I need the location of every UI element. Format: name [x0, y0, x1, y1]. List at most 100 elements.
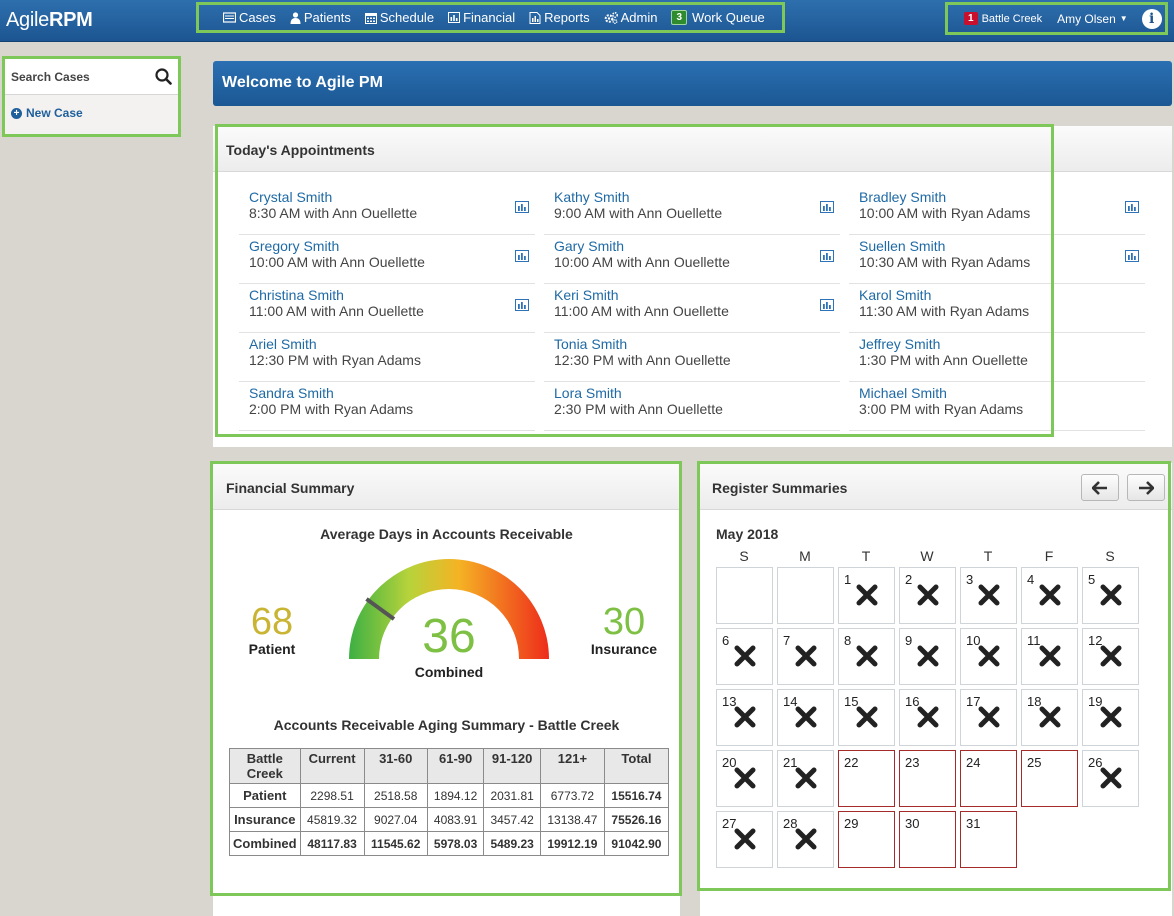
appointment-item[interactable]: Ariel Smith 12:30 PM with Ryan Adams [239, 333, 535, 382]
location-selector[interactable]: Battle Creek [982, 13, 1043, 25]
bar-chart-icon[interactable] [820, 299, 834, 314]
nav-schedule[interactable]: Schedule [364, 10, 434, 25]
next-month-button[interactable] [1127, 474, 1165, 501]
appointment-item[interactable]: Keri Smith 11:00 AM with Ann Ouellette [544, 284, 840, 333]
calendar-day[interactable]: 26 [1082, 750, 1139, 807]
calendar-day[interactable]: 22 [838, 750, 895, 807]
patient-name-link[interactable]: Christina Smith [249, 287, 525, 303]
appointment-item[interactable]: Lora Smith 2:30 PM with Ann Ouellette [544, 382, 840, 431]
search-input[interactable]: Search Cases [11, 70, 90, 84]
calendar-day[interactable]: 13 [716, 689, 773, 746]
calendar-day[interactable]: 4 [1021, 567, 1078, 624]
patient-name-link[interactable]: Karol Smith [859, 287, 1135, 303]
appointment-item[interactable]: Sandra Smith 2:00 PM with Ryan Adams [239, 382, 535, 431]
calendar-day[interactable]: 9 [899, 628, 956, 685]
calendar-day[interactable]: 5 [1082, 567, 1139, 624]
appointment-item[interactable]: Christina Smith 11:00 AM with Ann Ouellet… [239, 284, 535, 333]
calendar-day[interactable]: 16 [899, 689, 956, 746]
appointment-item[interactable]: Bradley Smith 10:00 AM with Ryan Adams [849, 186, 1145, 235]
nav-reports[interactable]: Reports [529, 10, 590, 25]
calendar-day[interactable]: 10 [960, 628, 1017, 685]
calendar-day[interactable]: 25 [1021, 750, 1078, 807]
bar-chart-icon[interactable] [515, 299, 529, 314]
calendar-day[interactable]: 21 [777, 750, 834, 807]
calendar-day[interactable]: 15 [838, 689, 895, 746]
appointments-panel: Today's Appointments Crystal Smith 8:30 A… [213, 126, 1172, 447]
calendar-day[interactable]: 23 [899, 750, 956, 807]
nav-patients[interactable]: Patients [290, 10, 351, 25]
chevron-down-icon[interactable]: ▼ [1120, 14, 1128, 23]
patient-name-link[interactable]: Lora Smith [554, 385, 830, 401]
bar-chart-icon[interactable] [1125, 201, 1139, 216]
calendar-day[interactable]: 29 [838, 811, 895, 868]
previous-month-button[interactable] [1081, 474, 1119, 501]
patient-name-link[interactable]: Kathy Smith [554, 189, 830, 205]
bar-chart-icon[interactable] [820, 250, 834, 265]
calendar-day[interactable]: 30 [899, 811, 956, 868]
calendar-day[interactable]: 31 [960, 811, 1017, 868]
nav-cases[interactable]: Cases [223, 10, 276, 25]
nav-work-queue[interactable]: 3 Work Queue [671, 10, 765, 25]
patient-name-link[interactable]: Gary Smith [554, 238, 830, 254]
search-icon[interactable] [155, 68, 172, 85]
new-case-button[interactable]: + New Case [5, 95, 178, 131]
app-logo[interactable]: AgileRPM [6, 9, 93, 32]
calendar-day[interactable]: 14 [777, 689, 834, 746]
patient-name-link[interactable]: Jeffrey Smith [859, 336, 1135, 352]
appointment-item[interactable]: Suellen Smith 10:30 AM with Ryan Adams [849, 235, 1145, 284]
calendar-day[interactable]: 6 [716, 628, 773, 685]
calendar-day[interactable]: 20 [716, 750, 773, 807]
patient-name-link[interactable]: Gregory Smith [249, 238, 525, 254]
patient-name-link[interactable]: Crystal Smith [249, 189, 525, 205]
calendar-day[interactable]: 24 [960, 750, 1017, 807]
calendar-day[interactable]: 28 [777, 811, 834, 868]
aging-cell: 2031.81 [483, 783, 541, 808]
aging-column-header: Battle Creek [229, 748, 301, 784]
user-menu[interactable]: Amy Olsen [1057, 12, 1116, 26]
nav-financial[interactable]: Financial [448, 10, 515, 25]
aging-cell: 5978.03 [426, 831, 485, 856]
bar-chart-icon[interactable] [515, 201, 529, 216]
appointment-item[interactable]: Kathy Smith 9:00 AM with Ann Ouellette [544, 186, 840, 235]
patient-name-link[interactable]: Suellen Smith [859, 238, 1135, 254]
patient-name-link[interactable]: Sandra Smith [249, 385, 525, 401]
appointment-item[interactable]: Gregory Smith 10:00 AM with Ann Ouellette [239, 235, 535, 284]
patient-name-link[interactable]: Bradley Smith [859, 189, 1135, 205]
aging-cell: 75526.16 [603, 807, 670, 832]
calendar-day[interactable]: 19 [1082, 689, 1139, 746]
appointment-time: 12:30 PM with Ann Ouellette [554, 352, 731, 368]
calendar-day[interactable]: 7 [777, 628, 834, 685]
appointment-item[interactable]: Tonia Smith 12:30 PM with Ann Ouellette [544, 333, 840, 382]
calendar-day[interactable]: 27 [716, 811, 773, 868]
calendar-day[interactable]: 2 [899, 567, 956, 624]
appointment-item[interactable]: Crystal Smith 8:30 AM with Ann Ouellette [239, 186, 535, 235]
patient-name-link[interactable]: Ariel Smith [249, 336, 525, 352]
appointment-item[interactable]: Gary Smith 10:00 AM with Ann Ouellette [544, 235, 840, 284]
calendar-day[interactable]: 11 [1021, 628, 1078, 685]
calendar-day[interactable]: 12 [1082, 628, 1139, 685]
appointment-time: 2:30 PM with Ann Ouellette [554, 401, 723, 417]
bar-chart-icon[interactable] [515, 250, 529, 265]
nav-admin[interactable]: Admin [604, 10, 657, 25]
calendar-day[interactable]: 3 [960, 567, 1017, 624]
search-cases-box[interactable]: Search Cases [5, 59, 178, 95]
info-icon[interactable]: i [1141, 8, 1162, 29]
calendar-day[interactable]: 8 [838, 628, 895, 685]
close-x-icon [734, 828, 756, 853]
patient-name-link[interactable]: Michael Smith [859, 385, 1135, 401]
bar-chart-icon[interactable] [1125, 250, 1139, 265]
calendar-empty-cell[interactable] [716, 567, 773, 624]
aging-row-header: Combined [229, 831, 301, 856]
appointment-item[interactable]: Jeffrey Smith 1:30 PM with Ann Ouellette [849, 333, 1145, 382]
bar-chart-icon[interactable] [820, 201, 834, 216]
appointment-item[interactable]: Michael Smith 3:00 PM with Ryan Adams [849, 382, 1145, 431]
calendar-day[interactable]: 17 [960, 689, 1017, 746]
patient-name-link[interactable]: Tonia Smith [554, 336, 830, 352]
calendar-empty-cell[interactable] [777, 567, 834, 624]
close-x-icon [978, 706, 1000, 731]
appointment-item[interactable]: Karol Smith 11:30 AM with Ryan Adams [849, 284, 1145, 333]
calendar-day[interactable]: 1 [838, 567, 895, 624]
calendar-day[interactable]: 18 [1021, 689, 1078, 746]
appointment-time: 2:00 PM with Ryan Adams [249, 401, 414, 417]
patient-name-link[interactable]: Keri Smith [554, 287, 830, 303]
